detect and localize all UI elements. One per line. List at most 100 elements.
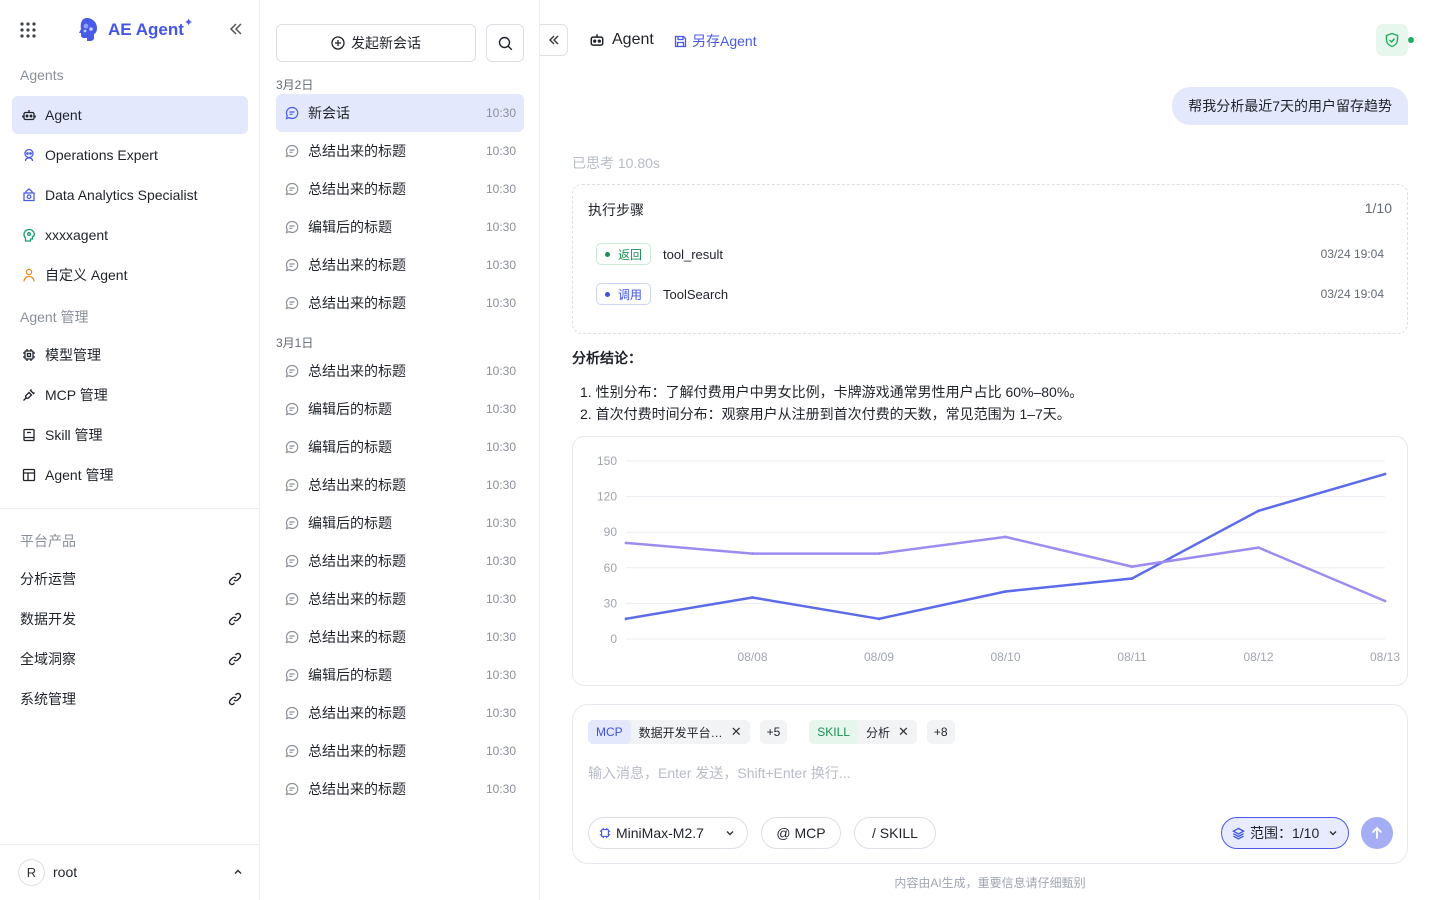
- conversation-item[interactable]: 总结出来的标题 10:30: [276, 170, 524, 208]
- skill-button[interactable]: / SKILL: [854, 817, 936, 849]
- plus-circle-icon: [331, 36, 345, 50]
- sidebar-item-label: 自定义 Agent: [45, 267, 128, 283]
- data-point[interactable]: [877, 552, 881, 555]
- scope-select[interactable]: 范围：1/10: [1221, 817, 1349, 849]
- x-tick-label: 08/10: [990, 650, 1020, 664]
- conversation-time: 10:30: [485, 220, 516, 234]
- conversation-item[interactable]: 总结出来的标题 10:30: [276, 694, 524, 732]
- data-point[interactable]: [877, 617, 881, 621]
- conversation-item[interactable]: 总结出来的标题 10:30: [276, 246, 524, 284]
- save-as-label: 另存Agent: [692, 33, 757, 49]
- product-link-system-manage[interactable]: 系统管理: [20, 687, 242, 711]
- conversation-title: 总结出来的标题: [308, 363, 406, 379]
- data-point[interactable]: [624, 617, 628, 621]
- search-button[interactable]: [486, 24, 524, 62]
- skill-chip[interactable]: SKILL 分析 ✕: [809, 720, 917, 744]
- user-menu[interactable]: R root: [18, 858, 244, 886]
- chat-bubble-icon: [285, 258, 299, 272]
- data-point[interactable]: [1004, 590, 1007, 593]
- product-link-analysis-ops[interactable]: 分析运营: [20, 567, 242, 591]
- conversation-item[interactable]: 总结出来的标题 10:30: [276, 132, 524, 170]
- data-point[interactable]: [1257, 509, 1260, 513]
- data-point[interactable]: [1130, 577, 1134, 580]
- external-link-icon: [228, 692, 242, 706]
- sidebar-item-label: MCP 管理: [45, 387, 108, 403]
- app-grid-icon[interactable]: [19, 21, 37, 39]
- conversation-item[interactable]: 编辑后的标题 10:30: [276, 390, 524, 428]
- page-title: Agent: [612, 31, 654, 48]
- conversation-time: 10:30: [485, 258, 516, 272]
- sidebar-item-mcp-manage[interactable]: MCP 管理: [12, 376, 248, 414]
- shield-check-icon: [1385, 32, 1399, 48]
- layout-icon: [22, 468, 36, 482]
- message-input[interactable]: 输入消息，Enter 发送，Shift+Enter 换行...: [588, 763, 851, 783]
- mcp-button[interactable]: @ MCP: [761, 817, 841, 849]
- data-point[interactable]: [1004, 535, 1007, 539]
- sidebar-item-custom-agent[interactable]: 自定义 Agent: [12, 256, 248, 294]
- robot-icon: [589, 32, 605, 48]
- model-select[interactable]: MiniMax-M2.7: [588, 817, 748, 849]
- sidebar-item-skill-manage[interactable]: Skill 管理: [12, 416, 248, 454]
- data-point[interactable]: [1130, 565, 1134, 569]
- sidebar-item-agent-manage[interactable]: Agent 管理: [12, 456, 248, 494]
- close-icon[interactable]: ✕: [731, 724, 750, 740]
- conversation-item[interactable]: 编辑后的标题 10:30: [276, 504, 524, 542]
- steps-title: 执行步骤: [588, 202, 644, 218]
- conversation-item[interactable]: 总结出来的标题 10:30: [276, 284, 524, 322]
- sidebar-item-xxxxagent[interactable]: xxxxagent: [12, 216, 248, 254]
- security-status-button[interactable]: [1376, 24, 1408, 56]
- data-point[interactable]: [1383, 472, 1387, 476]
- step-row[interactable]: 调用 ToolSearch 03/24 19:04: [596, 282, 1384, 306]
- conversation-item[interactable]: 总结出来的标题 10:30: [276, 352, 524, 390]
- new-chat-button[interactable]: 发起新会话: [276, 24, 476, 62]
- close-icon[interactable]: ✕: [898, 724, 917, 740]
- sidebar-item-model-manage[interactable]: 模型管理: [12, 336, 248, 374]
- save-icon: [674, 35, 687, 47]
- mcp-chip[interactable]: MCP 数据开发平台… ✕: [588, 720, 750, 744]
- data-point[interactable]: [1257, 546, 1260, 550]
- step-row[interactable]: 返回 tool_result 03/24 19:04: [596, 242, 1384, 266]
- arrow-up-icon: [1371, 826, 1383, 839]
- conversation-item[interactable]: 编辑后的标题 10:30: [276, 428, 524, 466]
- robot-icon: [22, 108, 36, 122]
- conversation-item[interactable]: 总结出来的标题 10:30: [276, 732, 524, 770]
- chat-bubble-icon: [285, 440, 299, 454]
- conversation-title: 编辑后的标题: [308, 515, 392, 531]
- expand-panel-button[interactable]: [540, 24, 568, 56]
- product-link-insight[interactable]: 全域洞察: [20, 647, 242, 671]
- manage-section-label: Agent 管理: [20, 309, 89, 325]
- trend-chart: 0 30 60 90 120 150 08/08 08/09 08/10 08/11 08/12 08…: [572, 436, 1408, 686]
- sidebar-item-operations-expert[interactable]: Operations Expert: [12, 136, 248, 174]
- data-point[interactable]: [751, 552, 754, 555]
- chip-icon: [22, 348, 36, 362]
- collapse-sidebar-icon[interactable]: [228, 21, 244, 37]
- conversation-item[interactable]: 总结出来的标题 10:30: [276, 618, 524, 656]
- thinking-duration[interactable]: 已思考 10.80s: [572, 153, 660, 173]
- conversation-item[interactable]: 新会话 10:30: [276, 94, 524, 132]
- y-tick-label: 90: [604, 525, 618, 539]
- data-point[interactable]: [624, 541, 628, 545]
- skill-more-count[interactable]: +8: [926, 720, 955, 744]
- send-button[interactable]: [1361, 817, 1393, 849]
- mcp-more-count[interactable]: +5: [759, 720, 788, 744]
- chat-bubble-icon: [285, 182, 299, 196]
- conversation-title: 总结出来的标题: [308, 257, 406, 273]
- conversation-time: 10:30: [485, 440, 516, 454]
- sidebar-item-agent[interactable]: Agent: [12, 96, 248, 134]
- data-point[interactable]: [1383, 599, 1387, 603]
- conversation-item[interactable]: 总结出来的标题 10:30: [276, 466, 524, 504]
- sidebar-item-label: xxxxagent: [45, 227, 109, 243]
- save-as-agent-link[interactable]: 另存Agent: [674, 31, 757, 51]
- data-point[interactable]: [751, 596, 754, 599]
- conversation-item[interactable]: 总结出来的标题 10:30: [276, 542, 524, 580]
- conversation-item[interactable]: 编辑后的标题 10:30: [276, 208, 524, 246]
- conversation-time: 10:30: [485, 364, 516, 378]
- product-link-data-dev[interactable]: 数据开发: [20, 607, 242, 631]
- sidebar-item-data-analytics-specialist[interactable]: Data Analytics Specialist: [12, 176, 248, 214]
- conversation-item[interactable]: 编辑后的标题 10:30: [276, 656, 524, 694]
- sidebar-item-label: Agent 管理: [45, 467, 114, 483]
- conversation-item[interactable]: 总结出来的标题 10:30: [276, 580, 524, 618]
- conversation-item[interactable]: 总结出来的标题 10:30: [276, 770, 524, 808]
- sparkle-icon: ✦: [184, 17, 194, 29]
- chevron-down-icon: [1328, 828, 1338, 838]
